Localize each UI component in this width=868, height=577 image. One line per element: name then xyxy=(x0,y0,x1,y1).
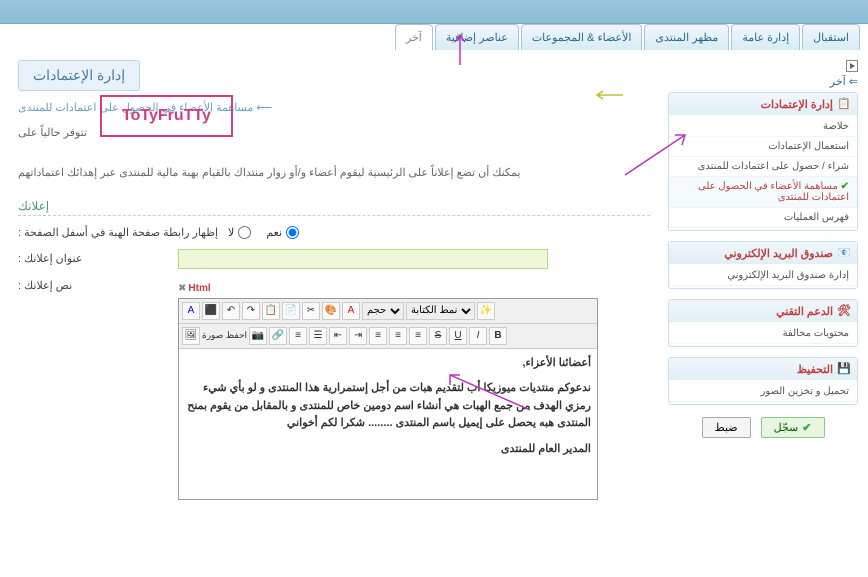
underline-icon[interactable]: U xyxy=(449,327,467,345)
color-a-icon[interactable]: A xyxy=(342,302,360,320)
panel-mailbox-title: صندوق البريد الإلكتروني xyxy=(724,247,833,260)
sidebar-item-violations[interactable]: محتويات مخالفة xyxy=(669,324,857,344)
sidebar-item-contribute[interactable]: ✔ مساهمة الأعضاء في الحصول على اعتمادات … xyxy=(669,177,857,208)
show-footer-label: إظهار رابطة صفحة الهبة في أسفل الصفحة : xyxy=(18,226,218,239)
radio-yes[interactable]: نعم xyxy=(266,226,299,239)
panel-backup-header: 💾 التحفيظ xyxy=(669,358,857,380)
upload-label: احفظ صورة xyxy=(202,330,247,341)
image-icon[interactable]: 📷 xyxy=(249,327,267,345)
copy-icon[interactable]: 📋 xyxy=(262,302,280,320)
rich-editor: A ⬛ ↶ ↷ 📋 📄 ✂ 🎨 A حجم نمط الكتابة ✨ xyxy=(178,298,598,500)
ad-text-label: نص إعلانك : xyxy=(18,279,168,292)
panel-mailbox-header: 📧 صندوق البريد الإلكتروني xyxy=(669,242,857,264)
check-icon: ✔ xyxy=(841,181,849,192)
radio-yes-input[interactable] xyxy=(286,226,299,239)
wand-icon[interactable]: ✨ xyxy=(477,302,495,320)
font-style-select[interactable]: نمط الكتابة xyxy=(406,302,475,320)
panel-credits-header: 📋 إدارة الإعتمادات xyxy=(669,93,857,115)
page-title: إدارة الإعتمادات xyxy=(18,60,140,91)
panel-backup: 💾 التحفيظ تحميل و تخزين الصور xyxy=(668,357,858,405)
main-tabs: استقبال إدارة عامة مظهر المنتدى الأعضاء … xyxy=(0,24,868,50)
palette-icon[interactable]: 🎨 xyxy=(322,302,340,320)
panel-credits: 📋 إدارة الإعتمادات خلاصة استعمال الإعتما… xyxy=(668,92,858,231)
align-left-icon[interactable]: ≡ xyxy=(369,327,387,345)
undo-icon[interactable]: ↶ xyxy=(222,302,240,320)
sidebar-item-buy[interactable]: شراء / حصول على اعتمادات للمنتدى xyxy=(669,157,857,177)
sidebar-item-usage[interactable]: استعمال الإعتمادات xyxy=(669,137,857,157)
check-icon: ✔ xyxy=(802,421,811,434)
radio-no-input[interactable] xyxy=(238,226,251,239)
align-center-icon[interactable]: ≡ xyxy=(389,327,407,345)
top-bar xyxy=(0,0,868,24)
sidebar-item-images[interactable]: تحميل و تخزين الصور xyxy=(669,382,857,402)
font-color-icon[interactable]: A xyxy=(182,302,200,320)
panel-credits-title: إدارة الإعتمادات xyxy=(761,98,833,111)
redo-icon[interactable]: ↷ xyxy=(242,302,260,320)
tab-extra[interactable]: عناصر إضافية xyxy=(435,24,519,50)
panel-support-title: الدعم التقني xyxy=(776,305,833,318)
ad-title-label: عنوان إعلانك : xyxy=(18,252,168,265)
editor-body[interactable]: أعضائنا الأعزاء, ندعوكم منتديات ميوزيكا … xyxy=(179,349,597,499)
tab-reception[interactable]: استقبال xyxy=(802,24,860,50)
font-size-select[interactable]: حجم xyxy=(362,302,404,320)
image-upload-icon[interactable]: 🖼 xyxy=(182,327,200,345)
highlight-icon[interactable]: ⬛ xyxy=(202,302,220,320)
sidebar-item-log[interactable]: فهرس العمليات xyxy=(669,208,857,228)
html-badge: ✖Html Html مفعل xyxy=(178,283,211,294)
show-footer-radio-group: نعم لا xyxy=(228,226,299,239)
panel-mailbox: 📧 صندوق البريد الإلكتروني إدارة صندوق ال… xyxy=(668,241,858,289)
section-title: إعلانك xyxy=(18,199,650,216)
reset-button[interactable]: ضبط xyxy=(702,417,751,438)
button-row: ✔سجّل ضبط xyxy=(668,417,858,438)
sidebar-item-summary[interactable]: خلاصة xyxy=(669,117,857,137)
numbered-list-icon[interactable]: ☰ xyxy=(309,327,327,345)
backup-icon: 💾 xyxy=(837,362,851,376)
radio-no[interactable]: لا xyxy=(228,226,251,239)
tab-members[interactable]: الأعضاء & المجموعات xyxy=(521,24,643,50)
tab-appearance[interactable]: مظهر المنتدى xyxy=(644,24,729,50)
bold-icon[interactable]: B xyxy=(489,327,507,345)
breadcrumb-link[interactable]: ⇐ آخر xyxy=(830,76,858,88)
watermark: ToTyFruTTy xyxy=(100,95,233,137)
tab-other[interactable]: آخر xyxy=(395,24,433,50)
align-right-icon[interactable]: ≡ xyxy=(409,327,427,345)
support-icon: 🛠 xyxy=(837,304,851,318)
panel-backup-title: التحفيظ xyxy=(797,363,833,376)
credits-icon: 📋 xyxy=(837,97,851,111)
ad-title-input[interactable] xyxy=(178,249,548,269)
indent-icon[interactable]: ⇥ xyxy=(349,327,367,345)
sidebar-item-mailbox[interactable]: إدارة صندوق البريد الإلكتروني xyxy=(669,266,857,286)
editor-toolbar-2: 🖼 احفظ صورة 📷 🔗 ≡ ☰ ⇤ ⇥ ≡ ≡ ≡ S U I xyxy=(179,324,597,349)
breadcrumb: ⇐ آخر xyxy=(668,60,858,88)
editor-toolbar: A ⬛ ↶ ↷ 📋 📄 ✂ 🎨 A حجم نمط الكتابة ✨ xyxy=(179,299,597,324)
paste-icon[interactable]: 📄 xyxy=(282,302,300,320)
play-icon xyxy=(846,60,858,72)
link-icon[interactable]: 🔗 xyxy=(269,327,287,345)
outdent-icon[interactable]: ⇤ xyxy=(329,327,347,345)
tab-general[interactable]: إدارة عامة xyxy=(731,24,800,50)
italic-icon[interactable]: I xyxy=(469,327,487,345)
strike-icon[interactable]: S xyxy=(429,327,447,345)
panel-support: 🛠 الدعم التقني محتويات مخالفة xyxy=(668,299,858,347)
list-icon[interactable]: ≡ xyxy=(289,327,307,345)
sidebar: ⇐ آخر 📋 إدارة الإعتمادات خلاصة استعمال ا… xyxy=(668,60,858,510)
panel-support-header: 🛠 الدعم التقني xyxy=(669,300,857,322)
save-button[interactable]: ✔سجّل xyxy=(761,417,825,438)
mail-icon: 📧 xyxy=(837,246,851,260)
cut-icon[interactable]: ✂ xyxy=(302,302,320,320)
